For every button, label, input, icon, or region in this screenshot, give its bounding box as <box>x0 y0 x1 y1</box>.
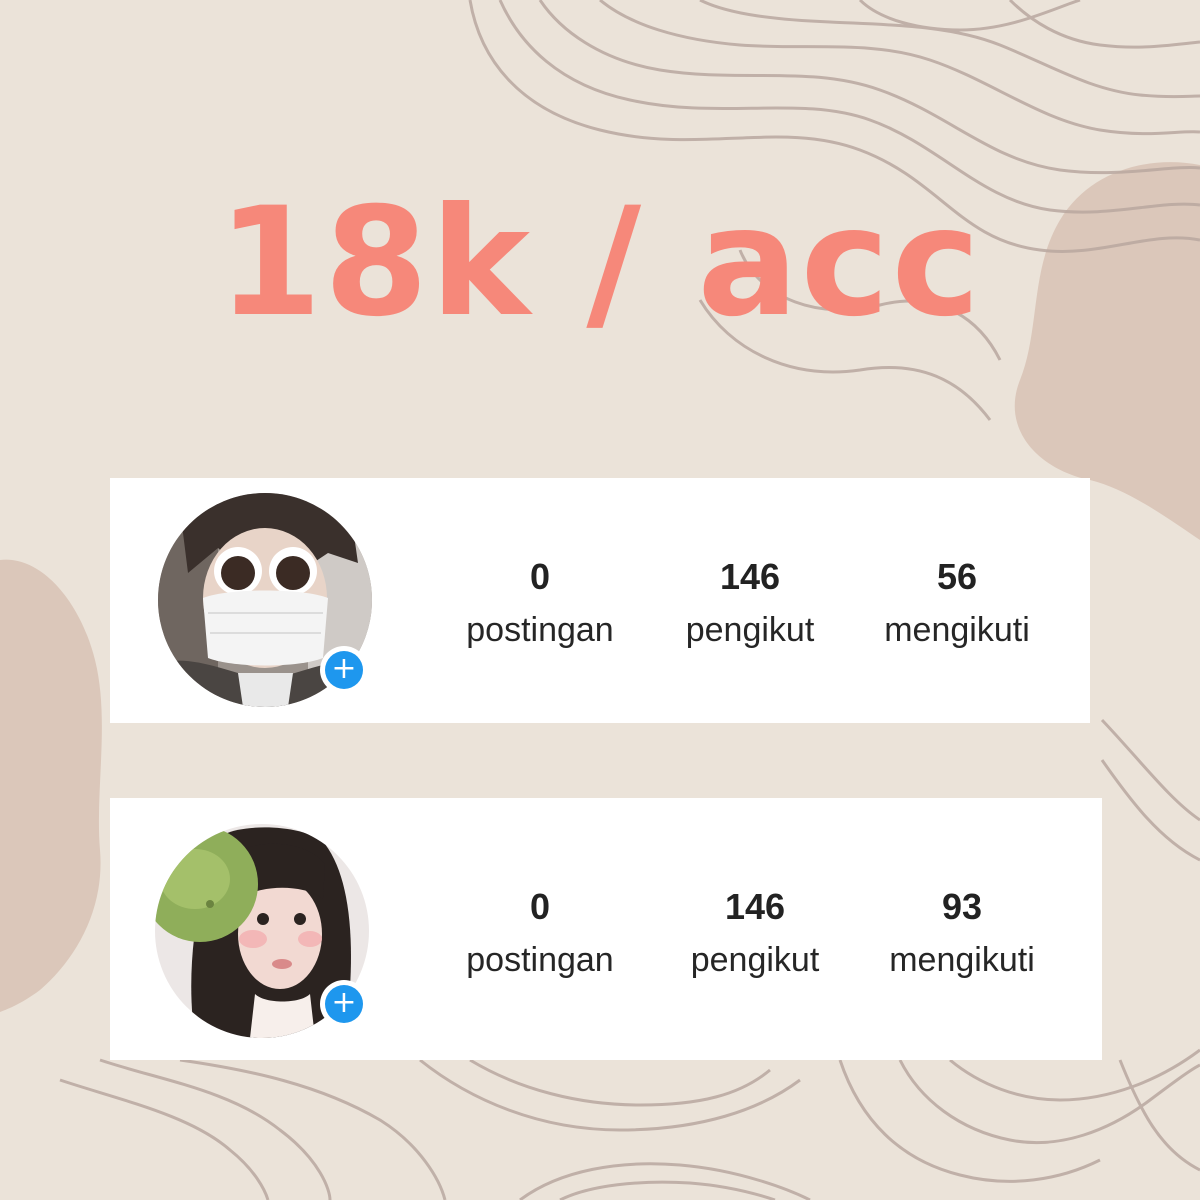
stat-posts[interactable]: 0 postingan <box>450 556 630 652</box>
stat-following[interactable]: 56 mengikuti <box>862 556 1052 652</box>
following-label: mengikuti <box>884 611 1030 649</box>
stat-following[interactable]: 93 mengikuti <box>867 886 1057 982</box>
following-label: mengikuti <box>889 941 1035 979</box>
stat-followers[interactable]: 146 pengikut <box>665 556 835 652</box>
followers-label: pengikut <box>685 611 815 649</box>
followers-count: 146 <box>719 556 781 597</box>
account-card[interactable]: + 0 postingan 146 pengikut 56 mengikuti <box>110 478 1090 723</box>
posts-label: postingan <box>466 941 614 979</box>
price-headline: 18k / acc <box>217 176 983 350</box>
plus-icon: + <box>325 651 363 689</box>
decor-blob-left <box>0 559 102 1012</box>
posts-count: 0 <box>529 886 551 927</box>
stat-posts[interactable]: 0 postingan <box>450 886 630 982</box>
posts-count: 0 <box>529 556 551 597</box>
stat-followers[interactable]: 146 pengikut <box>670 886 840 982</box>
account-card[interactable]: + 0 postingan 146 pengikut 93 mengikuti <box>110 798 1102 1060</box>
following-count: 93 <box>941 886 983 927</box>
following-count: 56 <box>936 556 978 597</box>
posts-label: postingan <box>466 611 614 649</box>
add-story-button[interactable]: + <box>320 646 368 694</box>
plus-icon: + <box>325 985 363 1023</box>
followers-count: 146 <box>724 886 786 927</box>
add-story-button[interactable]: + <box>320 980 368 1028</box>
followers-label: pengikut <box>690 941 820 979</box>
